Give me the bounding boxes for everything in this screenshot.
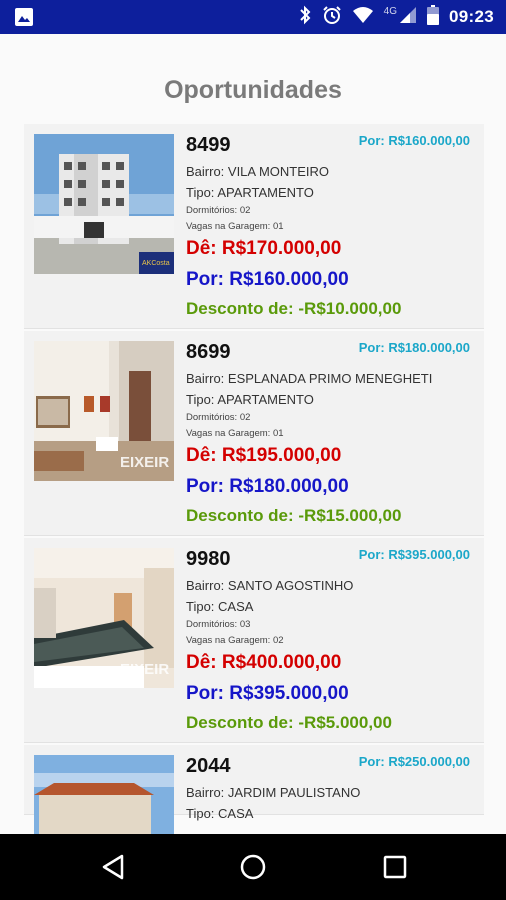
signal-icon (399, 6, 417, 29)
alarm-icon (322, 5, 342, 30)
listing-bairro: Bairro: VILA MONTEIRO (186, 164, 330, 179)
apartment-building-photo: AKCosta (34, 134, 174, 274)
listing-dormitorios: Dormitórios: 02 (186, 412, 251, 423)
listing-card[interactable]: 2044 Por: R$250.000,00 Bairro: JARDIM PA… (24, 745, 484, 834)
listing-new-price: Por: R$160.000,00 (186, 269, 349, 290)
kitchen-photo: EIXEIR (34, 548, 174, 688)
listing-bairro: Bairro: JARDIM PAULISTANO (186, 785, 361, 800)
listing-price-top: Por: R$395.000,00 (358, 547, 470, 562)
listing-discount: Desconto de: -R$5.000,00 (186, 713, 392, 732)
wifi-icon (352, 6, 374, 29)
content-area[interactable]: Oportunidades AKCosta 8499 Por: R$160.00… (0, 34, 506, 834)
living-room-photo: EIXEIR (34, 341, 174, 481)
image-icon (14, 7, 34, 27)
listing-card[interactable]: EIXEIR 8699 Por: R$180.000,00 Bairro: ES… (24, 331, 484, 536)
listing-tipo: Tipo: APARTAMENTO (186, 185, 314, 200)
listing-old-price: Dê: R$195.000,00 (186, 445, 342, 466)
home-icon[interactable] (238, 852, 268, 882)
watermark-text: EIXEIR (120, 661, 169, 678)
listing-new-price: Por: R$395.000,00 (186, 683, 349, 704)
network-type: 4G (383, 5, 398, 17)
listing-bairro: Bairro: SANTO AGOSTINHO (186, 578, 354, 593)
listing-new-price: Por: R$180.000,00 (186, 476, 349, 497)
battery-icon (427, 4, 440, 30)
bluetooth-icon (298, 5, 312, 30)
listing-old-price: Dê: R$170.000,00 (186, 238, 342, 259)
clock: 09:23 (449, 7, 494, 26)
listing-vagas: Vagas na Garagem: 01 (186, 428, 284, 439)
listing-dormitorios: Dormitórios: 03 (186, 619, 251, 630)
listing-code: 8699 (186, 341, 231, 363)
listing-tipo: Tipo: CASA (186, 599, 254, 614)
listing-tipo: Tipo: APARTAMENTO (186, 392, 314, 407)
listing-price-top: Por: R$180.000,00 (358, 340, 470, 355)
listing-vagas: Vagas na Garagem: 02 (186, 635, 284, 646)
listing-dormitorios: Dormitórios: 02 (186, 205, 251, 216)
back-icon[interactable] (98, 852, 128, 882)
watermark-text: EIXEIR (120, 454, 169, 471)
listing-price-top: Por: R$250.000,00 (358, 754, 470, 769)
listing-discount: Desconto de: -R$10.000,00 (186, 299, 402, 318)
listing-code: 2044 (186, 755, 231, 777)
status-bar: 4G 09:23 (0, 0, 506, 34)
listing-price-top: Por: R$160.000,00 (358, 133, 470, 148)
listing-card[interactable]: EIXEIR 9980 Por: R$395.000,00 Bairro: SA… (24, 538, 484, 743)
listing-tipo: Tipo: CASA (186, 806, 254, 821)
listing-code: 9980 (186, 548, 231, 570)
house-exterior-photo (34, 755, 174, 834)
listing-discount: Desconto de: -R$15.000,00 (186, 506, 402, 525)
recents-icon[interactable] (380, 852, 410, 882)
listings-list[interactable]: AKCosta 8499 Por: R$160.000,00 Bairro: V… (24, 124, 484, 834)
listing-bairro: Bairro: ESPLANADA PRIMO MENEGHETI (186, 371, 433, 386)
listing-old-price: Dê: R$400.000,00 (186, 652, 342, 673)
listing-code: 8499 (186, 134, 231, 156)
watermark-text: AKCosta (142, 260, 170, 267)
listing-card[interactable]: AKCosta 8499 Por: R$160.000,00 Bairro: V… (24, 124, 484, 329)
navigation-bar (0, 834, 506, 900)
listing-vagas: Vagas na Garagem: 01 (186, 221, 284, 232)
page-title: Oportunidades (164, 76, 342, 104)
